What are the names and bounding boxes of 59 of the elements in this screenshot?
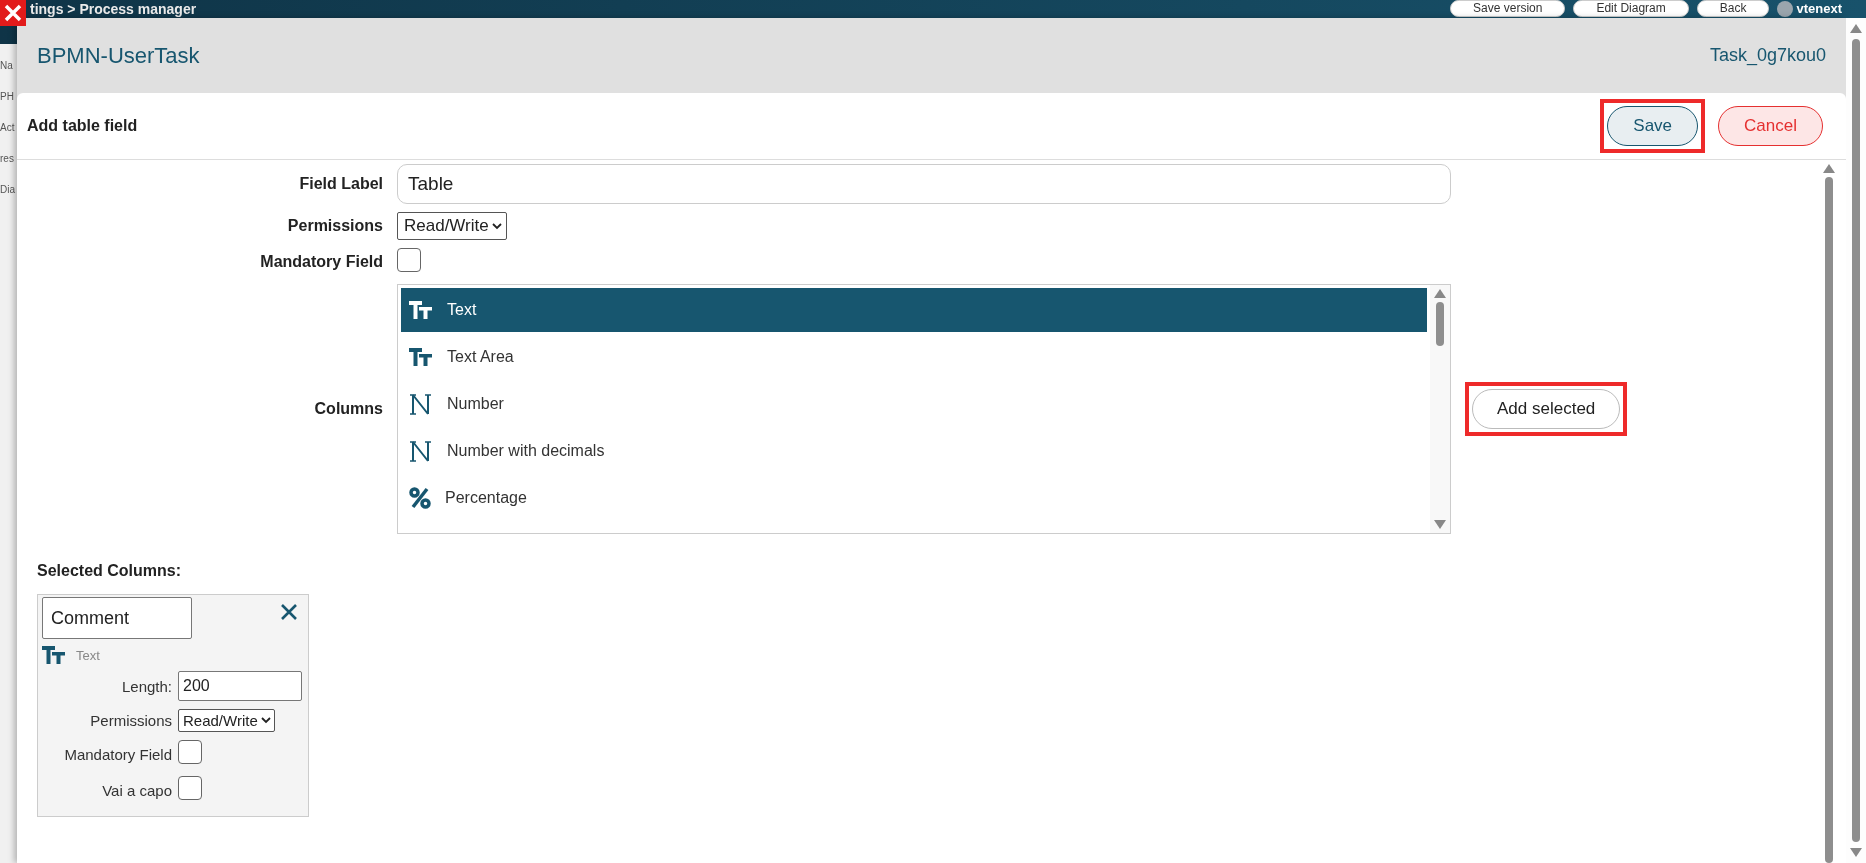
text-type-icon	[409, 347, 433, 367]
list-option[interactable]: Number with decimals	[401, 429, 1427, 473]
chevron-icon	[491, 222, 502, 230]
field-label: Field Label	[298, 175, 383, 193]
scrollbar-thumb[interactable]	[1825, 177, 1833, 863]
list-option[interactable]: Number	[401, 382, 1427, 426]
toolbar-button[interactable]: Back	[1696, 0, 1770, 17]
scrollbar-thumb[interactable]	[1852, 39, 1860, 842]
brand-name: vtenext	[1796, 1, 1842, 16]
logo-icon	[1777, 0, 1794, 17]
percent-icon	[409, 487, 431, 509]
checkbox[interactable]	[397, 248, 421, 272]
serif-n-icon	[409, 439, 433, 463]
side-label: Na	[0, 60, 14, 71]
field-label: Columns	[313, 400, 383, 418]
task-id: Task_0g7kou0	[1709, 45, 1826, 66]
side-label: res	[0, 153, 15, 164]
toolbar-button[interactable]: Edit Diagram	[1573, 0, 1689, 17]
text-type-icon	[42, 645, 66, 665]
list-option[interactable]: Percentage	[401, 476, 1427, 520]
property-label: Length:	[120, 677, 172, 695]
column-name-field[interactable]: Comment	[42, 597, 192, 639]
side-label: PH	[0, 91, 15, 102]
scroll-down-icon[interactable]	[1850, 848, 1862, 857]
column-type-list[interactable]: Text Text Area Number Number with decimals Percentage	[397, 284, 1451, 534]
checkbox[interactable]	[178, 740, 202, 764]
close-icon[interactable]	[280, 603, 298, 621]
scroll-down-icon[interactable]	[1434, 520, 1446, 529]
scroll-up-icon[interactable]	[1850, 24, 1862, 33]
scrollbar-thumb[interactable]	[1436, 302, 1444, 346]
chevron-icon	[260, 717, 271, 724]
field-label: Permissions	[286, 217, 383, 235]
save-button[interactable]: Save	[1607, 106, 1699, 146]
close-icon[interactable]	[0, 0, 26, 26]
property-label: Permissions	[89, 712, 172, 729]
permissions-select[interactable]: Read/Write	[397, 212, 507, 240]
length-field[interactable]: 200	[178, 671, 302, 701]
breadcrumb: tings > Process manager	[30, 1, 197, 17]
checkbox[interactable]	[178, 776, 202, 800]
cancel-button[interactable]: Cancel	[1718, 106, 1823, 146]
panel-title: Add table field	[27, 117, 138, 135]
section-title: Selected Columns:	[37, 562, 183, 580]
input-field[interactable]: Table	[397, 164, 1451, 204]
column-type: Text	[76, 647, 100, 663]
toolbar-button[interactable]: Save version	[1450, 0, 1566, 17]
serif-n-icon	[409, 392, 433, 416]
field-label: Mandatory Field	[259, 253, 383, 271]
list-option[interactable]: Text	[401, 288, 1427, 332]
scroll-up-icon[interactable]	[1823, 164, 1835, 173]
property-label: Mandatory Field	[63, 745, 172, 763]
scroll-up-icon[interactable]	[1434, 289, 1446, 298]
permissions-select[interactable]: Read/Write	[178, 709, 275, 732]
side-label: Dia	[0, 184, 16, 195]
property-label: Vai a capo	[101, 781, 172, 799]
list-option[interactable]: Text Area	[401, 335, 1427, 379]
add-selected-button[interactable]: Add selected	[1472, 389, 1621, 429]
text-type-icon	[409, 300, 433, 320]
side-label: Act	[0, 122, 16, 133]
dialog-title: BPMN-UserTask	[37, 42, 200, 69]
